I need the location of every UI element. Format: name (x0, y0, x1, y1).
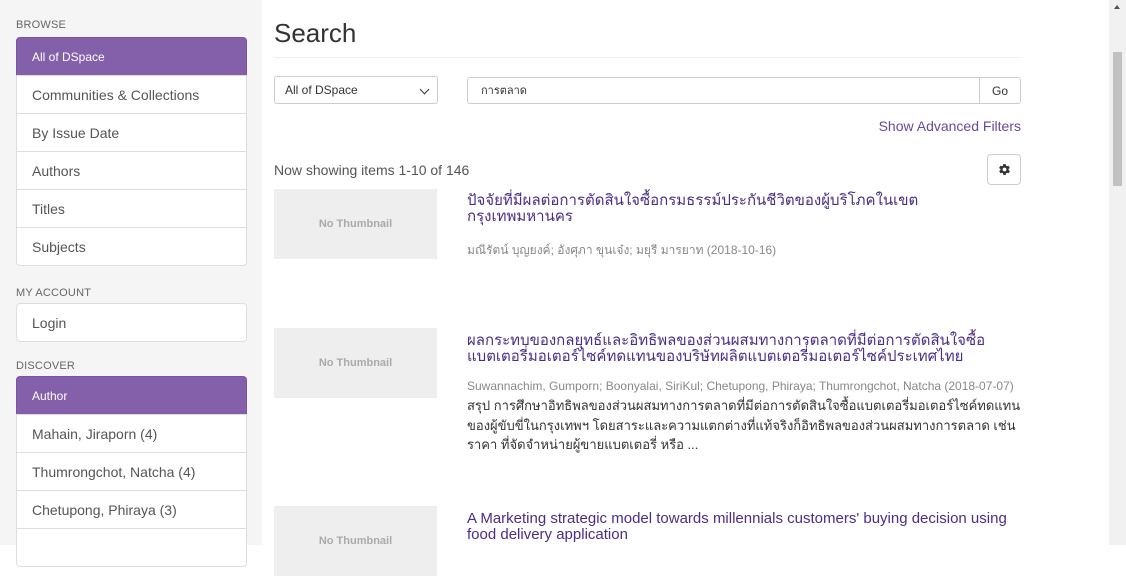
sidebar-item-login[interactable]: Login (16, 303, 247, 342)
result-authors-date: Suwannachim, Gumporn; Boonyalai, SiriKul… (467, 379, 1014, 393)
sidebar-item-titles[interactable]: Titles (16, 189, 247, 228)
sidebar-item-authors[interactable]: Authors (16, 151, 247, 190)
scope-select[interactable]: All of DSpace (274, 76, 438, 104)
result-thumbnail[interactable]: No Thumbnail (274, 189, 437, 259)
result-abstract: สรุป การศึกษาอิทธิพลของส่วนผสมทางการตลาด… (467, 398, 1021, 452)
discover-facet-item-partial[interactable] (16, 528, 247, 567)
discover-facet-item[interactable]: Chetupong, Phiraya (3) (16, 490, 247, 529)
sidebar-item-communities-collections[interactable]: Communities & Collections (16, 75, 247, 114)
sidebar-item-all-of-dspace[interactable]: All of DSpace (16, 37, 247, 76)
discover-facet-item[interactable]: Mahain, Jiraporn (4) (16, 414, 247, 453)
result-thumbnail[interactable]: No Thumbnail (274, 506, 437, 576)
my-account-section-label: MY ACCOUNT (16, 287, 92, 299)
page-scrollbar[interactable] (1109, 0, 1126, 545)
results-count: Now showing items 1-10 of 146 (274, 162, 470, 178)
page-title: Search (274, 18, 357, 48)
title-divider (274, 57, 1021, 58)
browse-list: All of DSpace Communities & Collections … (16, 37, 247, 266)
sidebar-item-subjects[interactable]: Subjects (16, 227, 247, 266)
go-button[interactable]: Go (979, 77, 1021, 104)
sidebar-item-by-issue-date[interactable]: By Issue Date (16, 113, 247, 152)
scroll-up-arrow-icon[interactable] (1114, 5, 1120, 9)
discover-facet-item[interactable]: Thumrongchot, Natcha (4) (16, 452, 247, 491)
result-thumbnail[interactable]: No Thumbnail (274, 328, 437, 398)
account-list: Login (16, 303, 247, 342)
sidebar: BROWSE All of DSpace Communities & Colle… (0, 0, 262, 567)
chevron-down-icon (419, 84, 430, 95)
gear-icon (999, 164, 1010, 175)
result-title-link[interactable]: ปัจจัยที่มีผลต่อการตัดสินใจซื้อกรมธรรม์ป… (467, 193, 1022, 225)
discover-list: Author Mahain, Jiraporn (4) Thumrongchot… (16, 376, 247, 567)
settings-button[interactable] (987, 154, 1021, 185)
result-authors-date: มณีรัตน์ บุญยงค์; อังศุภา ขุนเจ๋ง; มยุรี… (467, 243, 777, 257)
result-title-link[interactable]: ผลกระทบของกลยุทธ์และอิทธิพลของส่วนผสมทาง… (467, 333, 1022, 365)
result-title-link[interactable]: A Marketing strategic model towards mill… (467, 511, 1022, 543)
browse-section-label: BROWSE (16, 19, 67, 31)
search-input[interactable]: การตลาด (467, 77, 979, 104)
show-advanced-filters-link[interactable]: Show Advanced Filters (879, 118, 1021, 134)
discover-section-label: DISCOVER (16, 360, 76, 372)
discover-facet-author-header[interactable]: Author (16, 376, 247, 415)
scrollbar-thumb[interactable] (1113, 52, 1122, 186)
scope-select-value: All of DSpace (285, 83, 358, 97)
